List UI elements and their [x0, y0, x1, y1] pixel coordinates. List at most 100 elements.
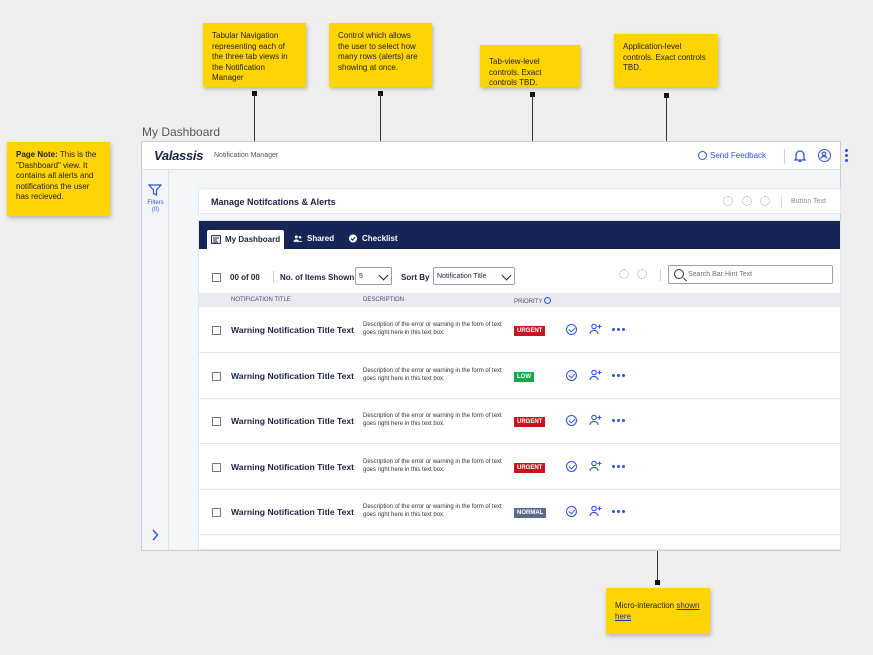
assign-user-icon[interactable]	[589, 505, 602, 517]
app-window: Valassis Notification Manager Send Feedb…	[141, 141, 848, 551]
divider	[781, 196, 782, 208]
row-checkbox[interactable]	[212, 417, 221, 426]
row-checkbox[interactable]	[212, 326, 221, 335]
check-circle-icon[interactable]	[566, 506, 577, 517]
tab-label: Checklist	[362, 233, 398, 243]
row-checkbox[interactable]	[212, 371, 221, 381]
card-header: Manage Notifcations & Alerts Button Text	[198, 188, 841, 214]
items-shown-select[interactable]: 5	[355, 267, 392, 285]
app-controls-note: Application-level controls. Exact contro…	[614, 34, 718, 87]
divider	[273, 271, 274, 283]
filter-icon[interactable]	[148, 184, 162, 196]
filters-text: Filters	[147, 200, 164, 206]
more-horizontal-icon[interactable]	[612, 373, 625, 377]
gear-icon[interactable]	[723, 196, 733, 206]
row-checkbox[interactable]	[212, 462, 221, 472]
table-row[interactable]: Warning Notification Title Text Descripti…	[199, 399, 840, 444]
valassis-logo: Valassis	[154, 148, 204, 163]
check-circle-icon[interactable]	[566, 324, 577, 335]
check-circle-icon[interactable]	[566, 460, 577, 472]
column-header-priority: PRIORITY	[514, 297, 552, 305]
micro-note-text: Micro-interaction	[615, 601, 677, 610]
notification-description: Description of the error or warning in t…	[363, 367, 502, 382]
micro-interaction-note: Micro-interaction shown here	[606, 588, 710, 634]
page-note-label: Page Note:	[16, 150, 58, 159]
items-control-note-text: Control which allows the user to select …	[338, 31, 418, 72]
bell-icon[interactable]	[794, 149, 806, 163]
priority-badge: URGENT	[514, 326, 546, 336]
more-horizontal-icon[interactable]	[612, 328, 625, 331]
card-title: Manage Notifcations & Alerts	[211, 197, 336, 207]
tab-checklist[interactable]: Checklist	[344, 229, 402, 247]
assign-user-icon[interactable]	[589, 414, 602, 426]
tab-controls-note-text: Tab-view-level controls. Exact controls …	[489, 57, 542, 87]
priority-badge: LOW	[514, 371, 534, 382]
dashboard-icon	[211, 235, 221, 244]
send-feedback-label: Send Feedback	[710, 151, 767, 160]
filters-label: Filters (0)	[142, 200, 169, 214]
items-shown-value: 5	[359, 273, 363, 280]
check-circle-icon	[348, 233, 358, 243]
tab-my-dashboard[interactable]: My Dashboard	[207, 230, 285, 249]
search-placeholder: Search Bar Hint Text	[688, 271, 753, 278]
chevron-down-icon	[501, 270, 512, 281]
sort-by-select[interactable]: Notification Title	[433, 267, 515, 285]
notification-title: Warning Notification Title Text	[231, 461, 355, 472]
check-circle-icon[interactable]	[566, 369, 577, 381]
search-input[interactable]: Search Bar Hint Text	[668, 265, 833, 284]
page-label: My Dashboard	[142, 125, 221, 139]
more-horizontal-icon[interactable]	[612, 464, 625, 468]
feedback-icon	[698, 151, 707, 160]
more-horizontal-icon[interactable]	[612, 510, 625, 513]
sort-by-value: Notification Title	[437, 273, 487, 280]
chevron-down-icon	[378, 270, 389, 281]
header-text-button[interactable]: Button Text	[791, 198, 826, 205]
user-icon[interactable]	[818, 149, 831, 162]
users-icon	[293, 234, 303, 242]
notification-title: Warning Notification Title Text	[231, 325, 355, 335]
notification-description: Description of the error or warning in t…	[363, 322, 502, 336]
table-row[interactable]: Warning Notification Title Text Descripti…	[199, 490, 840, 535]
assign-user-icon[interactable]	[589, 323, 602, 335]
filters-count: (0)	[151, 207, 160, 213]
more-vertical-icon[interactable]	[845, 149, 849, 163]
priority-badge: URGENT	[514, 462, 546, 473]
notification-title: Warning Notification Title Text	[231, 507, 355, 517]
info-icon[interactable]	[544, 297, 552, 304]
table-toolbar: 00 of 00 No. of Items Shown 5 Sort By No…	[199, 249, 840, 291]
divider	[784, 149, 785, 164]
tab-shared[interactable]: Shared	[289, 229, 338, 247]
column-header-description: DESCRIPTION	[363, 297, 405, 303]
row-checkbox[interactable]	[212, 508, 221, 517]
notification-description: Description of the error or warning in t…	[363, 413, 502, 427]
notification-title: Warning Notification Title Text	[231, 416, 355, 426]
check-circle-icon[interactable]	[566, 415, 577, 426]
more-horizontal-icon[interactable]	[612, 419, 625, 422]
notification-description: Description of the error or warning in t…	[363, 504, 502, 518]
column-header-title: NOTIFICATION TITLE	[231, 297, 291, 303]
app-controls-note-text: Application-level controls. Exact contro…	[623, 42, 706, 72]
user-silhouette	[820, 151, 828, 159]
chevron-right-icon[interactable]	[151, 529, 159, 541]
send-feedback-button[interactable]: Send Feedback	[698, 151, 766, 160]
search-icon	[674, 269, 684, 279]
tab-label: My Dashboard	[225, 235, 281, 244]
table-row[interactable]: Warning Notification Title Text Descripti…	[199, 353, 840, 399]
tab-bar: My Dashboard Shared Checklist	[199, 221, 840, 249]
gear-icon[interactable]	[637, 269, 647, 279]
priority-badge: URGENT	[514, 417, 546, 427]
top-bar: Valassis Notification Manager Send Feedb…	[142, 142, 848, 170]
tab-nav-note: Tabular Navigation representing each of …	[203, 23, 306, 87]
assign-user-icon[interactable]	[589, 369, 602, 381]
gear-icon[interactable]	[619, 269, 629, 279]
notification-panel: My Dashboard Shared Checklist 00 of 00 N…	[198, 220, 841, 550]
gear-icon[interactable]	[742, 196, 752, 206]
assign-user-icon[interactable]	[589, 460, 602, 472]
sidebar: Filters (0)	[142, 170, 169, 550]
app-name: Notification Manager	[214, 152, 279, 159]
select-all-checkbox[interactable]	[212, 273, 221, 282]
selection-count: 00 of 00	[230, 273, 260, 282]
table-row[interactable]: Warning Notification Title Text Descripti…	[199, 444, 840, 490]
table-row[interactable]: Warning Notification Title Text Descripti…	[199, 308, 840, 353]
gear-icon[interactable]	[760, 196, 770, 206]
